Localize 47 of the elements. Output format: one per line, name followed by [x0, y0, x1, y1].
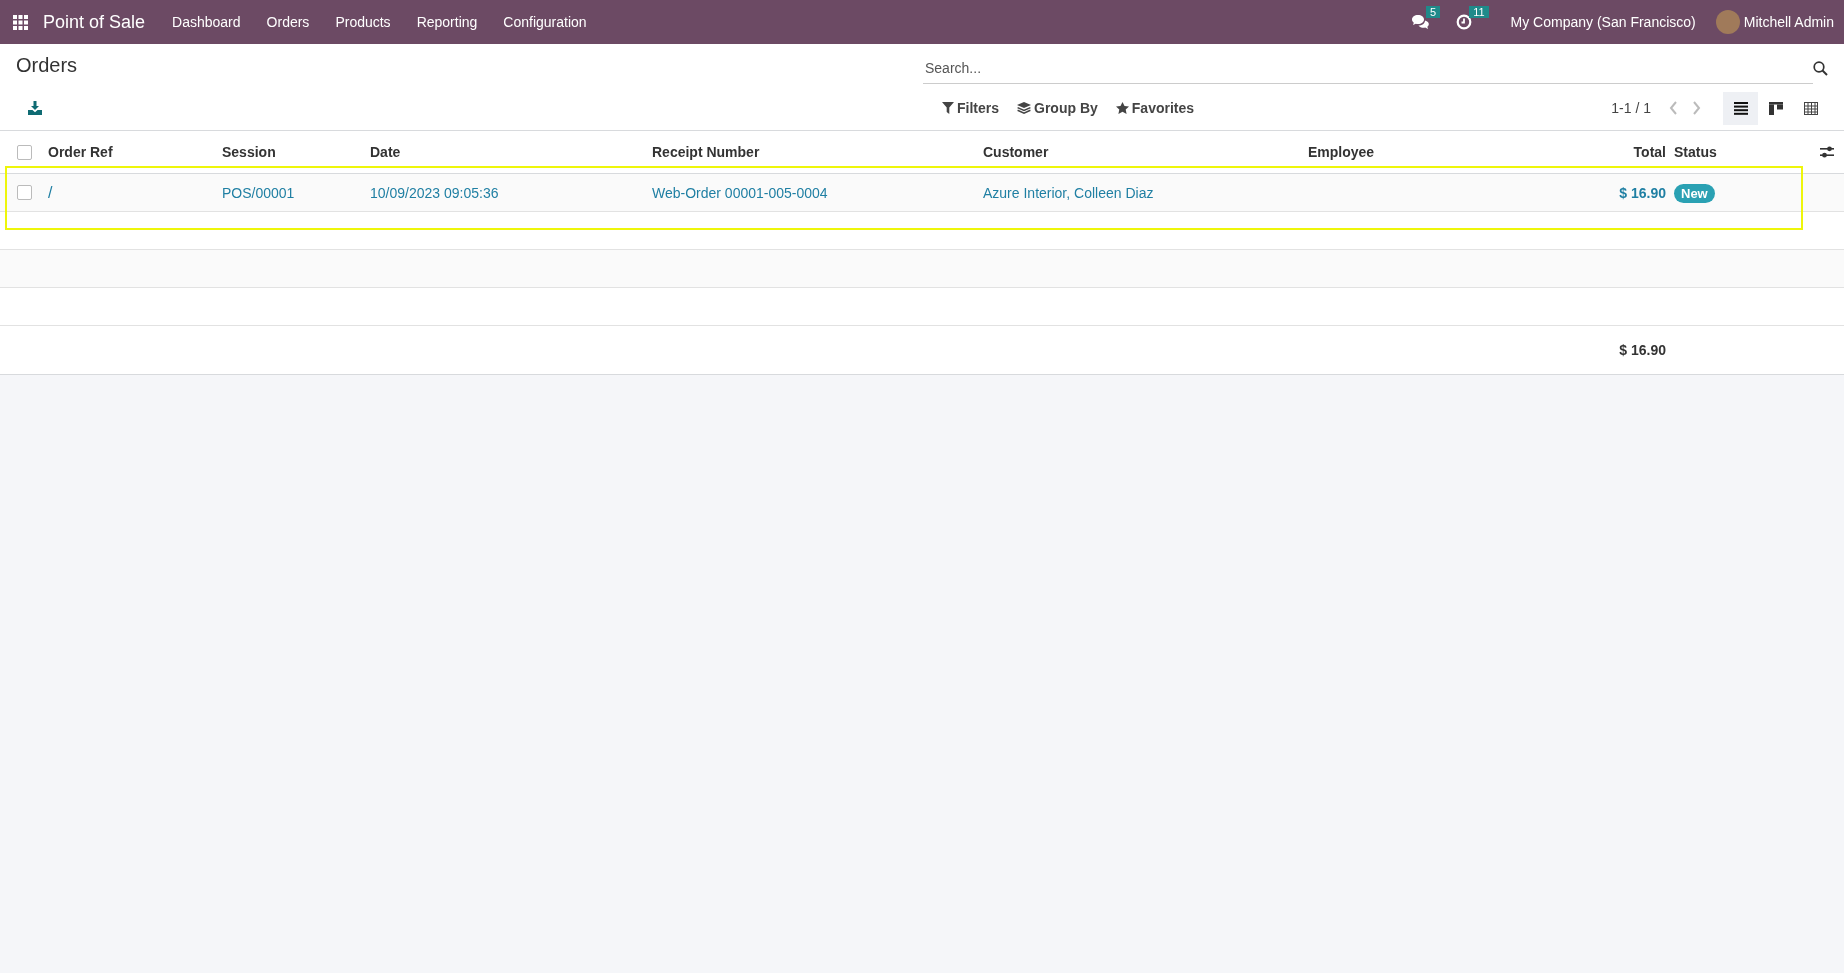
row-checkbox[interactable] — [16, 185, 32, 200]
search-field[interactable]: Search... — [923, 52, 1813, 84]
activity-count-badge: 11 — [1469, 6, 1489, 18]
list-view-button[interactable] — [1723, 91, 1758, 125]
filter-menu-button[interactable]: Favorites — [1108, 96, 1202, 120]
user-menu[interactable]: Mitchell Admin — [1743, 14, 1834, 30]
app-name[interactable]: Point of Sale — [43, 11, 146, 33]
column-header[interactable]: Receipt Number — [652, 144, 983, 160]
status-badge: New — [1674, 183, 1715, 203]
layers-icon — [1017, 102, 1031, 114]
list-icon — [1733, 101, 1748, 115]
table-grid-icon — [1803, 101, 1818, 115]
message-count-badge: 5 — [1426, 6, 1441, 18]
funnel-icon — [942, 102, 954, 114]
column-header[interactable]: Order Ref — [48, 144, 222, 160]
download-icon[interactable] — [28, 101, 42, 115]
table-cell[interactable]: POS/00001 — [222, 184, 370, 201]
table-cell-text: $ 16.90 — [1618, 184, 1667, 201]
kanban-icon — [1768, 101, 1783, 115]
menu-item[interactable]: Orders — [266, 14, 310, 30]
sliders-icon[interactable] — [1820, 146, 1834, 158]
column-header[interactable]: Status — [1674, 144, 1764, 160]
filter-menu-button[interactable]: Group By — [1010, 96, 1105, 120]
table-cell[interactable]: / — [48, 183, 222, 202]
filter-menu-button[interactable]: Filters — [935, 96, 1006, 120]
clock-icon[interactable] — [1456, 14, 1473, 30]
table-cell[interactable]: Web-Order 00001-005-0004 — [652, 184, 983, 201]
table-cell[interactable]: 10/09/2023 09:05:36 — [370, 184, 652, 201]
sum-total: $ 16.90 — [1618, 342, 1667, 358]
column-header[interactable]: Date — [370, 144, 652, 160]
company-switcher[interactable]: My Company (San Francisco) — [1510, 14, 1696, 30]
apps-grid-icon[interactable] — [13, 14, 28, 30]
chat-bubbles-icon[interactable] — [1411, 14, 1429, 30]
menu-item[interactable]: Products — [335, 14, 391, 30]
search-icon[interactable] — [1813, 60, 1828, 76]
column-header[interactable]: Session — [222, 144, 370, 160]
column-header[interactable]: Employee — [1308, 144, 1608, 160]
column-header[interactable]: Customer — [983, 144, 1308, 160]
page-title: Orders — [16, 53, 79, 77]
select-all-checkbox[interactable] — [16, 144, 32, 160]
table-cell[interactable]: Azure Interior, Colleen Diaz — [983, 184, 1308, 201]
pager-value[interactable]: 1-1 / 1 — [1611, 100, 1651, 116]
column-header[interactable]: Total — [1608, 144, 1674, 160]
menu-item[interactable]: Dashboard — [172, 14, 241, 30]
star-icon — [1115, 102, 1129, 114]
menu-item[interactable]: Configuration — [503, 14, 587, 30]
menu-item[interactable]: Reporting — [416, 14, 478, 30]
